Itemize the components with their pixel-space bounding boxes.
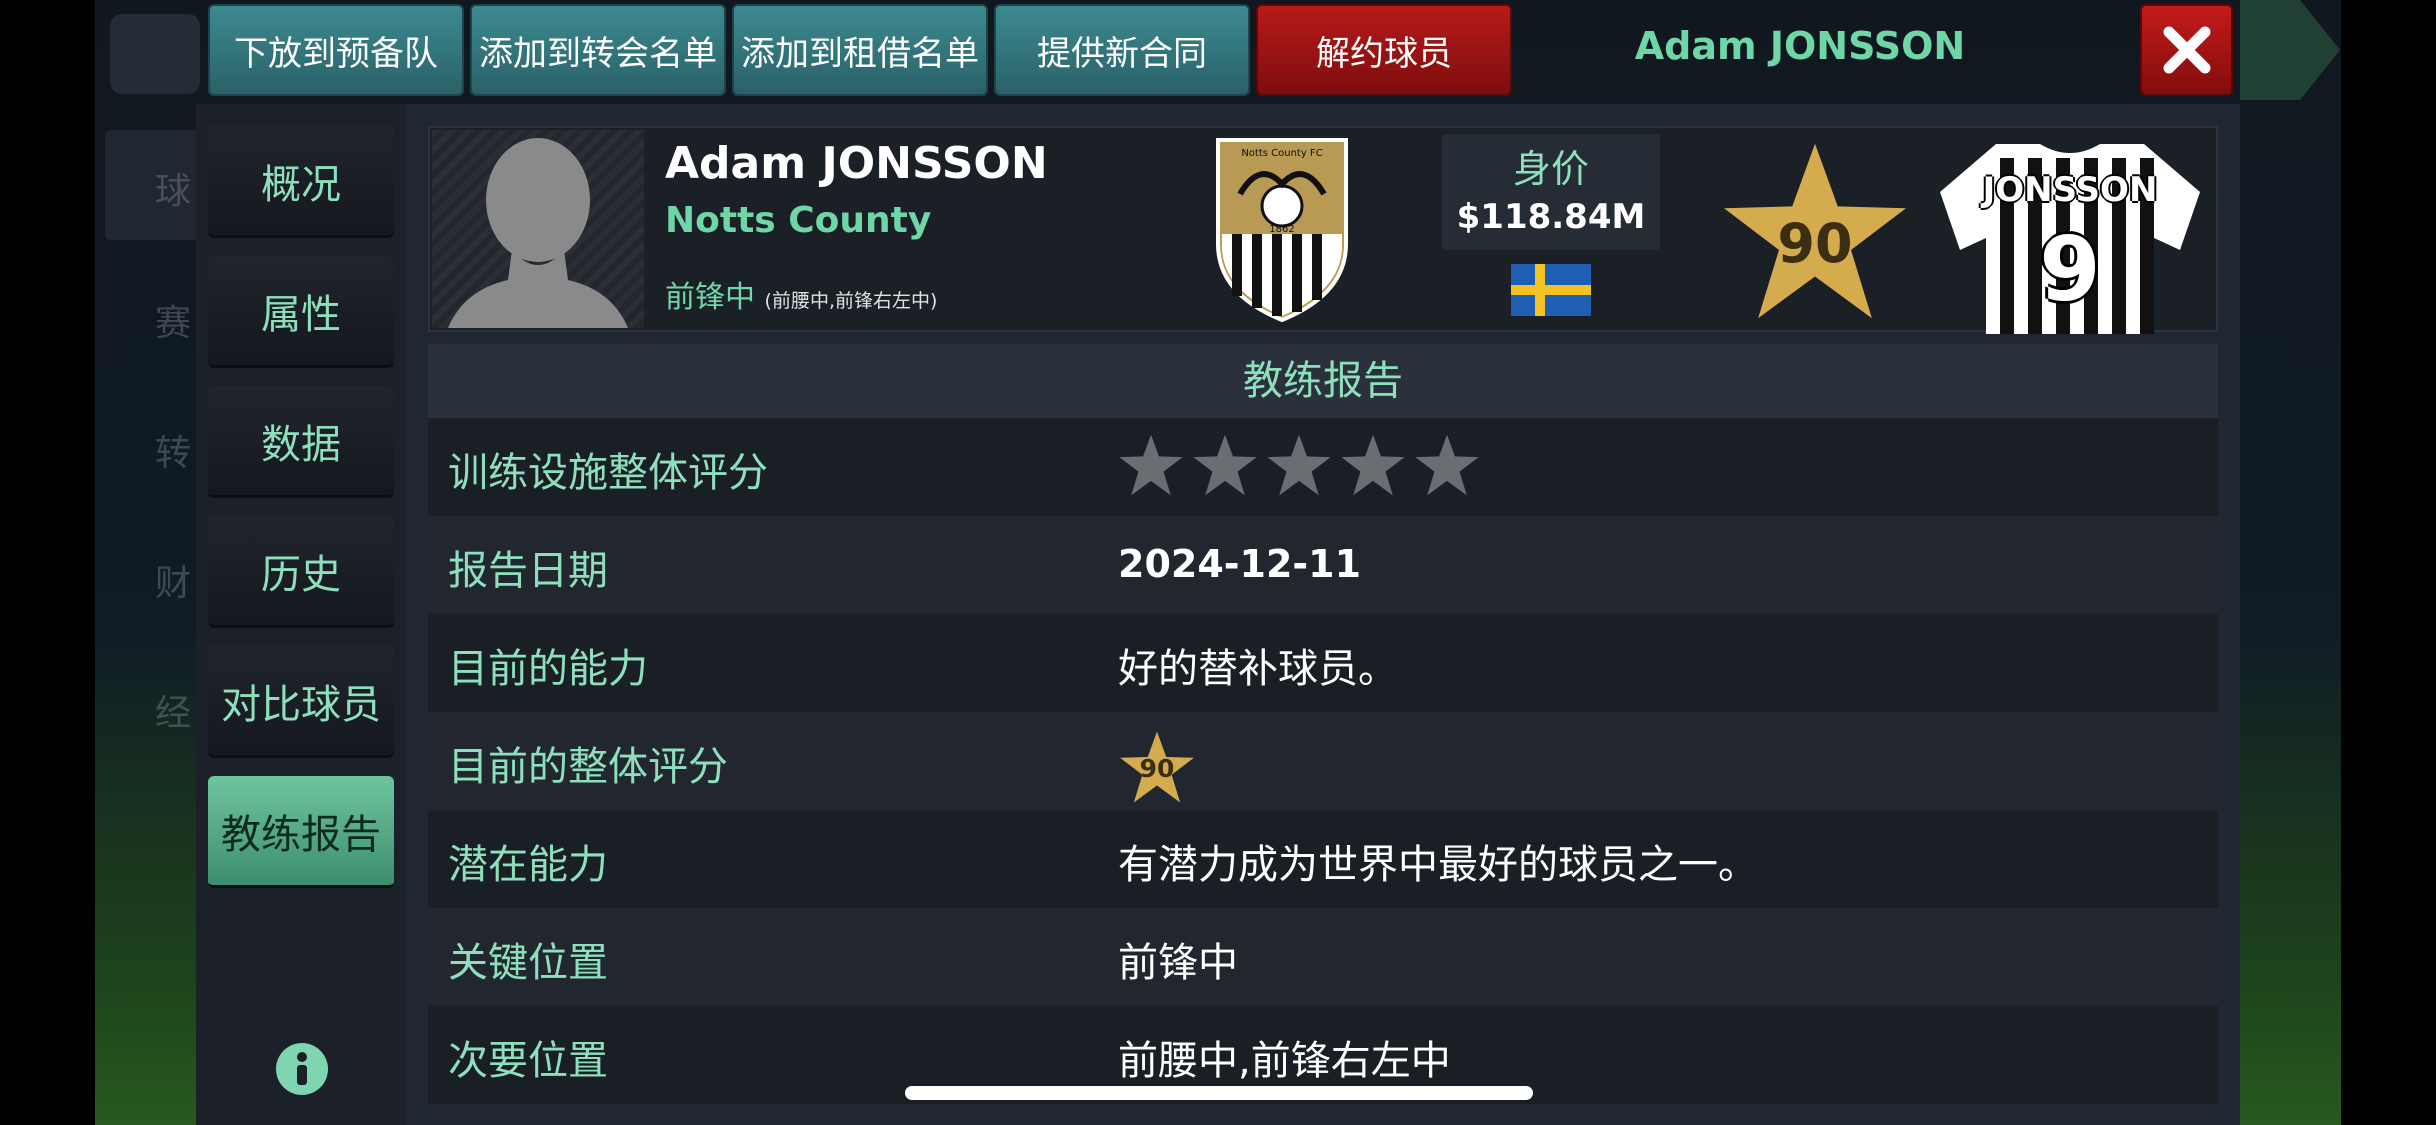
potential-value: 有潜力成为世界中最好的球员之一。 — [1118, 842, 1758, 888]
add-to-transfer-list-button[interactable]: 添加到转会名单 — [470, 4, 726, 96]
crest-club-text: Notts County FC — [1241, 148, 1322, 159]
report-row-date: 报告日期 2024-12-11 — [428, 516, 2218, 614]
secondary-position-value: 前腰中,前锋右左中 — [1118, 1038, 1451, 1084]
background-menu-label: 赛 — [155, 303, 192, 344]
header-player-name: Adam JONSSON — [1634, 24, 1966, 68]
shirt-name: JONSSON — [1982, 170, 2158, 210]
left-bezel — [0, 0, 95, 1125]
sidebar-item-stats[interactable]: 数据 — [208, 386, 394, 498]
current-rating-value: 90 — [1139, 754, 1175, 783]
key-position-value: 前锋中 — [1118, 940, 1238, 986]
close-button[interactable] — [2140, 4, 2233, 96]
sidebar-item-compare[interactable]: 对比球员 — [208, 646, 394, 758]
report-row-current-ability: 目前的能力 好的替补球员。 — [428, 614, 2218, 712]
star-empty-icon — [1119, 434, 1183, 496]
player-rating: 90 — [1777, 212, 1853, 275]
release-to-reserves-button[interactable]: 下放到预备队 — [208, 4, 464, 96]
close-icon — [2163, 26, 2210, 74]
player-club: Notts County — [665, 200, 932, 241]
report-row-facilities: 训练设施整体评分 — [428, 418, 2218, 516]
star-empty-icon — [1193, 434, 1257, 496]
player-position: 前锋中 (前腰中,前锋右左中) — [665, 272, 937, 316]
background-menu-label: 经 — [155, 693, 192, 734]
terminate-contract-button[interactable]: 解约球员 — [1256, 4, 1512, 96]
report-row-potential: 潜在能力 有潜力成为世界中最好的球员之一。 — [428, 810, 2218, 908]
info-glyph — [297, 1052, 307, 1085]
shirt-number: 9 — [2039, 218, 2101, 321]
star-empty-icon — [1267, 434, 1331, 496]
star-empty-icon — [1341, 434, 1405, 496]
current-ability-value: 好的替补球员。 — [1118, 646, 1398, 692]
sidebar-item-attributes[interactable]: 属性 — [208, 256, 394, 368]
sweden-flag-icon — [1511, 264, 1591, 316]
action-bar: 下放到预备队 添加到转会名单 添加到租借名单 提供新合同 解约球员 — [208, 4, 1512, 98]
report-row-label: 目前的能力 — [448, 646, 648, 692]
player-name: Adam JONSSON — [665, 138, 1048, 189]
avatar-silhouette-icon — [448, 138, 628, 328]
sidebar-item-coach-report[interactable]: 教练报告 — [208, 776, 394, 888]
sidebar: 概况 属性 数据 历史 对比球员 教练报告 — [196, 104, 406, 1125]
crest-year: 1862 — [1269, 224, 1294, 235]
facilities-stars — [1118, 432, 1480, 498]
report-row-label: 次要位置 — [448, 1038, 608, 1084]
right-bezel — [2341, 0, 2436, 1125]
report-row-current-rating: 目前的整体评分 90 — [428, 712, 2218, 810]
player-value: $118.84M — [1456, 197, 1646, 237]
report-row-label: 目前的整体评分 — [448, 744, 728, 790]
player-photo — [432, 130, 644, 328]
report-row-label: 报告日期 — [448, 548, 608, 594]
info-icon[interactable] — [276, 1043, 328, 1095]
main-position: 前锋中 — [665, 280, 755, 315]
sidebar-item-history[interactable]: 历史 — [208, 516, 394, 628]
add-to-loan-list-button[interactable]: 添加到租借名单 — [732, 4, 988, 96]
report-row-label: 关键位置 — [448, 940, 608, 986]
background-menu-label: 球 — [155, 171, 192, 212]
report-date: 2024-12-11 — [1118, 542, 1362, 586]
sidebar-item-overview[interactable]: 概况 — [208, 126, 394, 238]
offer-new-contract-button[interactable]: 提供新合同 — [994, 4, 1250, 96]
value-label: 身价 — [1512, 147, 1589, 191]
report-row-label: 潜在能力 — [448, 842, 608, 888]
star-empty-icon — [1415, 434, 1479, 496]
home-indicator[interactable] — [905, 1086, 1533, 1100]
report-row-label: 训练设施整体评分 — [448, 450, 768, 496]
other-positions: (前腰中,前锋右左中) — [764, 290, 938, 312]
background-menu-label: 转 — [155, 433, 192, 474]
report-title: 教练报告 — [428, 344, 2218, 418]
menu-icon — [110, 14, 200, 94]
club-crest-icon: Notts County FC 1862 — [1216, 138, 1348, 323]
background-menu-label: 财 — [155, 563, 192, 604]
report-row-key-position: 关键位置 前锋中 — [428, 908, 2218, 1006]
